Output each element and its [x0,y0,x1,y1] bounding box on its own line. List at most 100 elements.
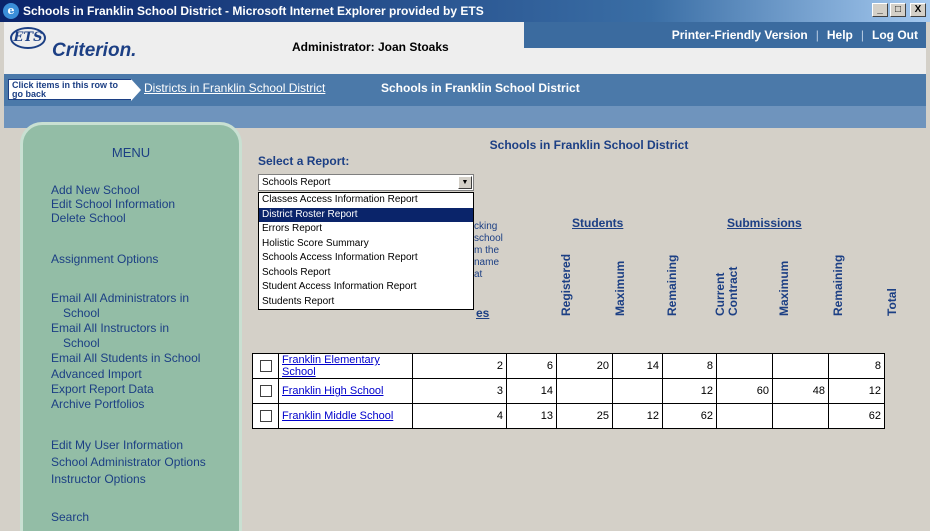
window-title: Schools in Franklin School District - Mi… [23,4,484,18]
table-cell: 4 [412,403,507,429]
report-dropdown-list: Classes Access Information Report Distri… [258,192,474,310]
side-menu: MENU Add New School Edit School Informat… [20,122,242,531]
menu-item-assignment-options[interactable]: Assignment Options [51,252,158,266]
dropdown-option[interactable]: Errors Report [259,222,473,237]
row-checkbox-cell [252,353,279,379]
page-title: Schools in Franklin School District [489,138,689,152]
criterion-logo: ETS Criterion. [8,27,238,71]
top-links: Printer-Friendly Version | Help | Log Ou… [524,22,926,48]
minimize-button[interactable]: _ [872,3,888,17]
schools-table: Franklin Elementary School 2 6 20 14 8 8… [252,353,885,429]
table-cell: 60 [716,378,773,404]
breadcrumb-districts-link[interactable]: Districts in Franklin School District [144,81,325,95]
instruction-text-fragment: at [474,269,483,280]
menu-item-email-administrators[interactable]: Email All Administrators in [51,291,189,305]
help-link[interactable]: Help [827,28,853,42]
table-cell: 14 [612,353,663,379]
dropdown-option[interactable]: Schools Access Information Report [259,251,473,266]
submissions-group-header: Submissions [727,216,802,230]
product-name: Criterion. [52,40,137,61]
students-group-header: Students [572,216,624,230]
dropdown-option-highlighted[interactable]: District Roster Report [259,207,473,222]
table-cell: 6 [506,353,557,379]
table-cell: 62 [662,403,717,429]
table-cell: 12 [828,378,885,404]
breadcrumb: Click items in this row to go back Distr… [4,74,926,106]
table-cell: 14 [506,378,557,404]
table-cell: 12 [612,403,663,429]
table-cell [772,353,829,379]
column-total: Total [885,288,899,316]
table-cell [556,378,613,404]
table-cell: 2 [412,353,507,379]
internet-explorer-icon: e [3,3,19,19]
menu-item-export-report-data[interactable]: Export Report Data [51,382,154,396]
column-header-link-fragment[interactable]: es [476,306,489,320]
dropdown-option[interactable]: Students Report [259,295,473,310]
menu-item-school-administrator-options[interactable]: School Administrator Options [51,455,206,469]
maximize-button[interactable]: □ [890,3,906,17]
table-cell: 25 [556,403,613,429]
menu-item-email-administrators-cont[interactable]: School [63,306,100,320]
table-cell: 8 [662,353,717,379]
table-cell: 8 [828,353,885,379]
table-cell: 20 [556,353,613,379]
menu-item-advanced-import[interactable]: Advanced Import [51,367,142,381]
administrator-name: Administrator: Joan Stoaks [292,40,449,54]
table-cell: 48 [772,378,829,404]
instruction-text-fragment: m the [474,245,500,256]
menu-item-delete-school[interactable]: Delete School [51,211,126,225]
column-registered: Registered [559,253,573,316]
link-separator: | [860,28,865,42]
school-name-cell: Franklin Middle School [278,403,413,429]
menu-item-email-instructors-cont[interactable]: School [63,336,100,350]
table-cell [716,353,773,379]
row-checkbox[interactable] [259,385,272,398]
report-select-value: Schools Report [262,177,331,188]
breadcrumb-current: Schools in Franklin School District [381,81,580,95]
school-name-cell: Franklin High School [278,378,413,404]
menu-title: MENU [111,145,151,160]
school-link[interactable]: Franklin High School [282,385,384,397]
table-cell [612,378,663,404]
menu-item-add-new-school[interactable]: Add New School [51,183,140,197]
ets-logo-icon: ETS [10,27,46,49]
close-button[interactable]: X [910,3,926,17]
dropdown-option[interactable]: Schools Report [259,266,473,281]
dropdown-option[interactable]: Student Access Information Report [259,280,473,295]
menu-item-edit-school-information[interactable]: Edit School Information [51,197,175,211]
browser-client-area: ETS Criterion. Administrator: Joan Stoak… [4,22,926,531]
dropdown-option[interactable]: Classes Access Information Report [259,193,473,208]
window-title-bar: e Schools in Franklin School District - … [0,0,930,22]
printer-friendly-link[interactable]: Printer-Friendly Version [672,28,808,42]
report-select[interactable]: Schools Report ▼ [258,174,474,191]
school-link[interactable]: Franklin Elementary School [282,354,380,378]
menu-item-email-instructors[interactable]: Email All Instructors in [51,321,169,335]
instruction-text-fragment: name [474,257,500,268]
column-maximum: Maximum [613,260,627,316]
table-cell: 13 [506,403,557,429]
menu-item-edit-my-user-information[interactable]: Edit My User Information [51,438,183,452]
menu-item-search[interactable]: Search [51,510,89,524]
column-submissions-remaining: Remaining [831,254,845,316]
column-remaining: Remaining [665,254,679,316]
table-row: Franklin High School 3 14 12 60 48 12 [252,378,885,404]
menu-item-instructor-options[interactable]: Instructor Options [51,472,146,486]
row-checkbox[interactable] [259,360,272,373]
app-header: ETS Criterion. Administrator: Joan Stoak… [4,22,926,74]
row-checkbox-cell [252,403,279,429]
select-report-label: Select a Report: [258,154,350,168]
chevron-down-icon[interactable]: ▼ [458,176,472,189]
school-link[interactable]: Franklin Middle School [282,410,393,422]
dropdown-option[interactable]: Holistic Score Summary [259,237,473,252]
menu-item-archive-portfolios[interactable]: Archive Portfolios [51,397,144,411]
log-out-link[interactable]: Log Out [872,28,918,42]
menu-item-email-students[interactable]: Email All Students in School [51,351,200,365]
window-controls: _ □ X [872,3,926,17]
breadcrumb-hint: Click items in this row to go back [8,79,141,101]
row-checkbox-cell [252,378,279,404]
instruction-text-fragment: school [474,233,503,244]
table-cell [772,403,829,429]
row-checkbox[interactable] [259,410,272,423]
table-row: Franklin Elementary School 2 6 20 14 8 8 [252,353,885,379]
